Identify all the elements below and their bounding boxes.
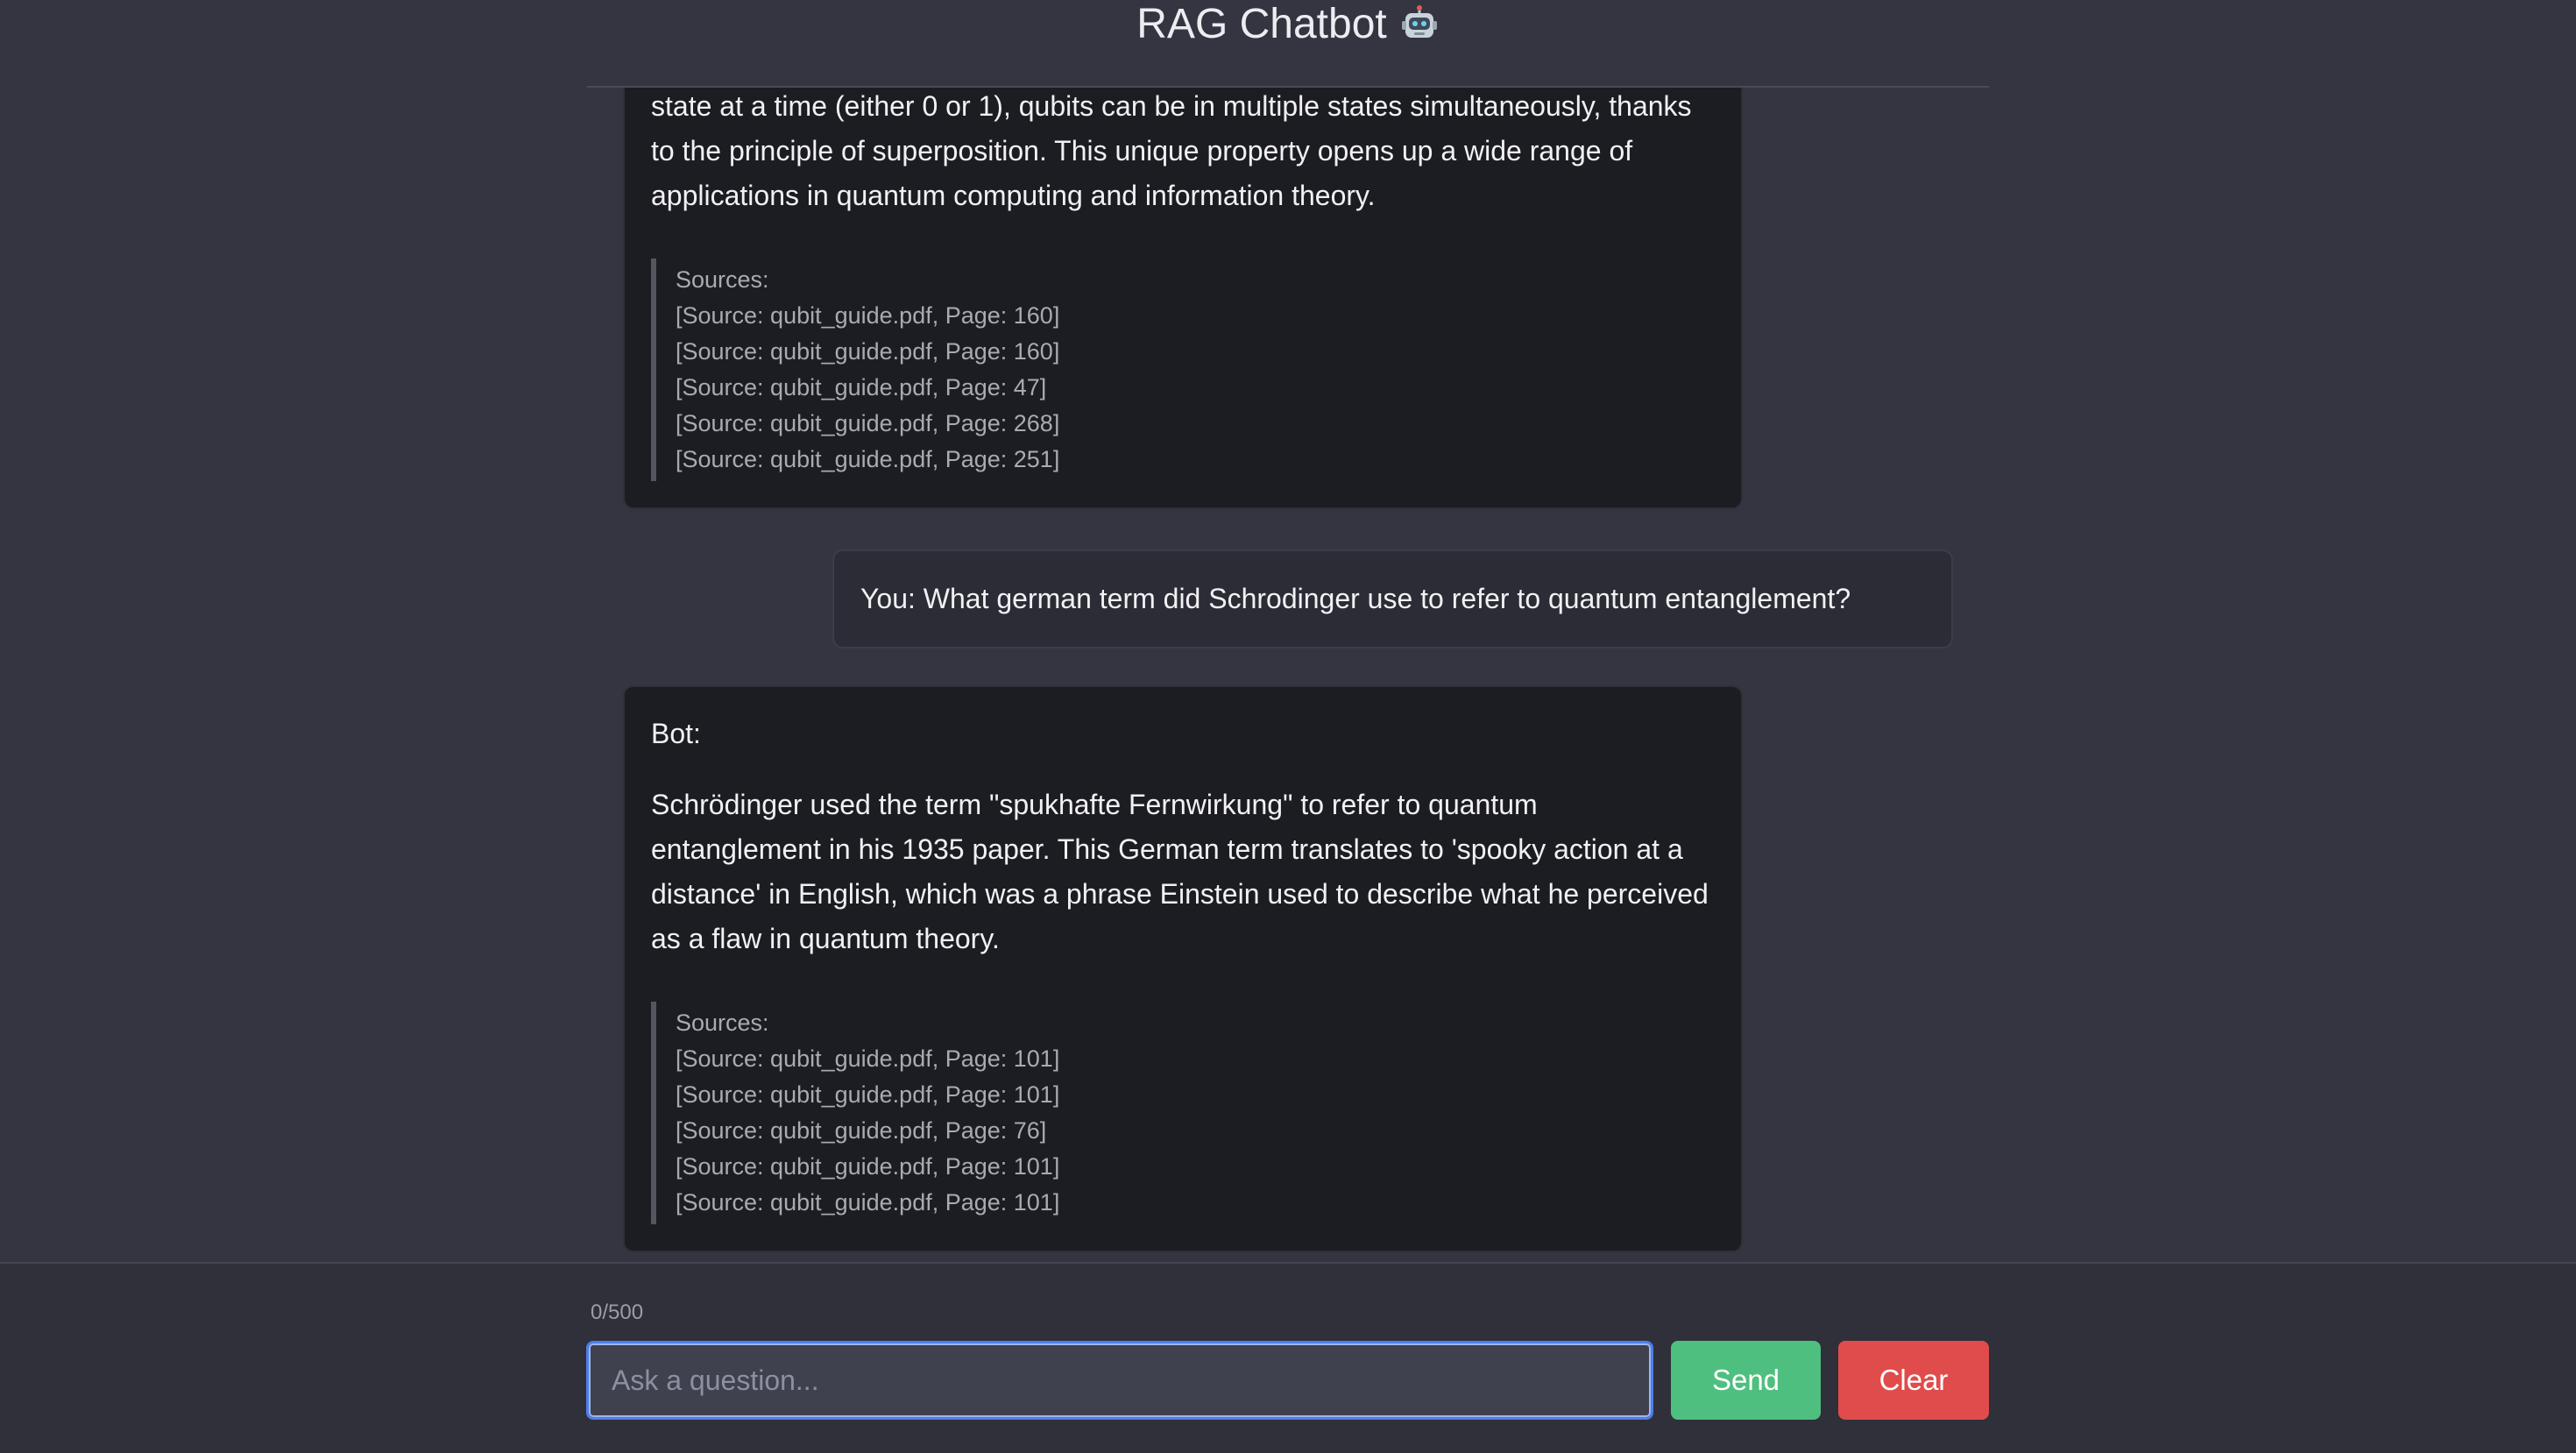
page-title: RAG Chatbot	[1136, 0, 1439, 49]
sources-label: Sources:	[676, 1010, 769, 1036]
char-counter: 0/500	[591, 1301, 644, 1324]
header-bar: RAG Chatbot	[587, 0, 1989, 88]
page-title-text: RAG Chatbot	[1136, 1, 1387, 47]
user-message-text: You: What german term did Schrodinger us…	[860, 583, 1851, 614]
source-item: [Source: qubit_guide.pdf, Page: 101]	[676, 1045, 1060, 1072]
source-item: [Source: qubit_guide.pdf, Page: 47]	[676, 374, 1047, 400]
bot-message-text: Schrödinger used the term "spukhafte Fer…	[651, 789, 1709, 954]
sources-label: Sources:	[676, 266, 769, 293]
clear-button[interactable]: Clear	[1838, 1341, 1989, 1420]
bot-message: state at a time (either 0 or 1), qubits …	[623, 88, 1743, 509]
source-item: [Source: qubit_guide.pdf, Page: 268]	[676, 410, 1060, 436]
send-button[interactable]: Send	[1671, 1341, 1821, 1420]
source-item: [Source: qubit_guide.pdf, Page: 76]	[676, 1117, 1047, 1144]
sources-block: Sources: [Source: qubit_guide.pdf, Page:…	[651, 259, 1715, 481]
source-item: [Source: qubit_guide.pdf, Page: 160]	[676, 338, 1060, 365]
question-input-wrapper[interactable]	[586, 1341, 1653, 1420]
source-item: [Source: qubit_guide.pdf, Page: 101]	[676, 1153, 1060, 1180]
bot-message-text: state at a time (either 0 or 1), qubits …	[651, 90, 1692, 211]
bot-label: Bot:	[651, 718, 701, 749]
user-message: You: What german term did Schrodinger us…	[832, 549, 1953, 649]
input-footer: 0/500 Send Clear	[0, 1262, 2576, 1453]
header: RAG Chatbot	[0, 0, 2576, 88]
source-item: [Source: qubit_guide.pdf, Page: 101]	[676, 1189, 1060, 1216]
source-item: [Source: qubit_guide.pdf, Page: 251]	[676, 446, 1060, 472]
question-input[interactable]	[589, 1343, 1651, 1417]
robot-icon	[1399, 4, 1440, 45]
chat-history[interactable]: state at a time (either 0 or 1), qubits …	[0, 88, 2576, 1262]
bot-message: Bot: Schrödinger used the term "spukhaft…	[623, 685, 1743, 1252]
sources-block: Sources: [Source: qubit_guide.pdf, Page:…	[651, 1002, 1715, 1224]
source-item: [Source: qubit_guide.pdf, Page: 160]	[676, 302, 1060, 329]
source-item: [Source: qubit_guide.pdf, Page: 101]	[676, 1081, 1060, 1108]
